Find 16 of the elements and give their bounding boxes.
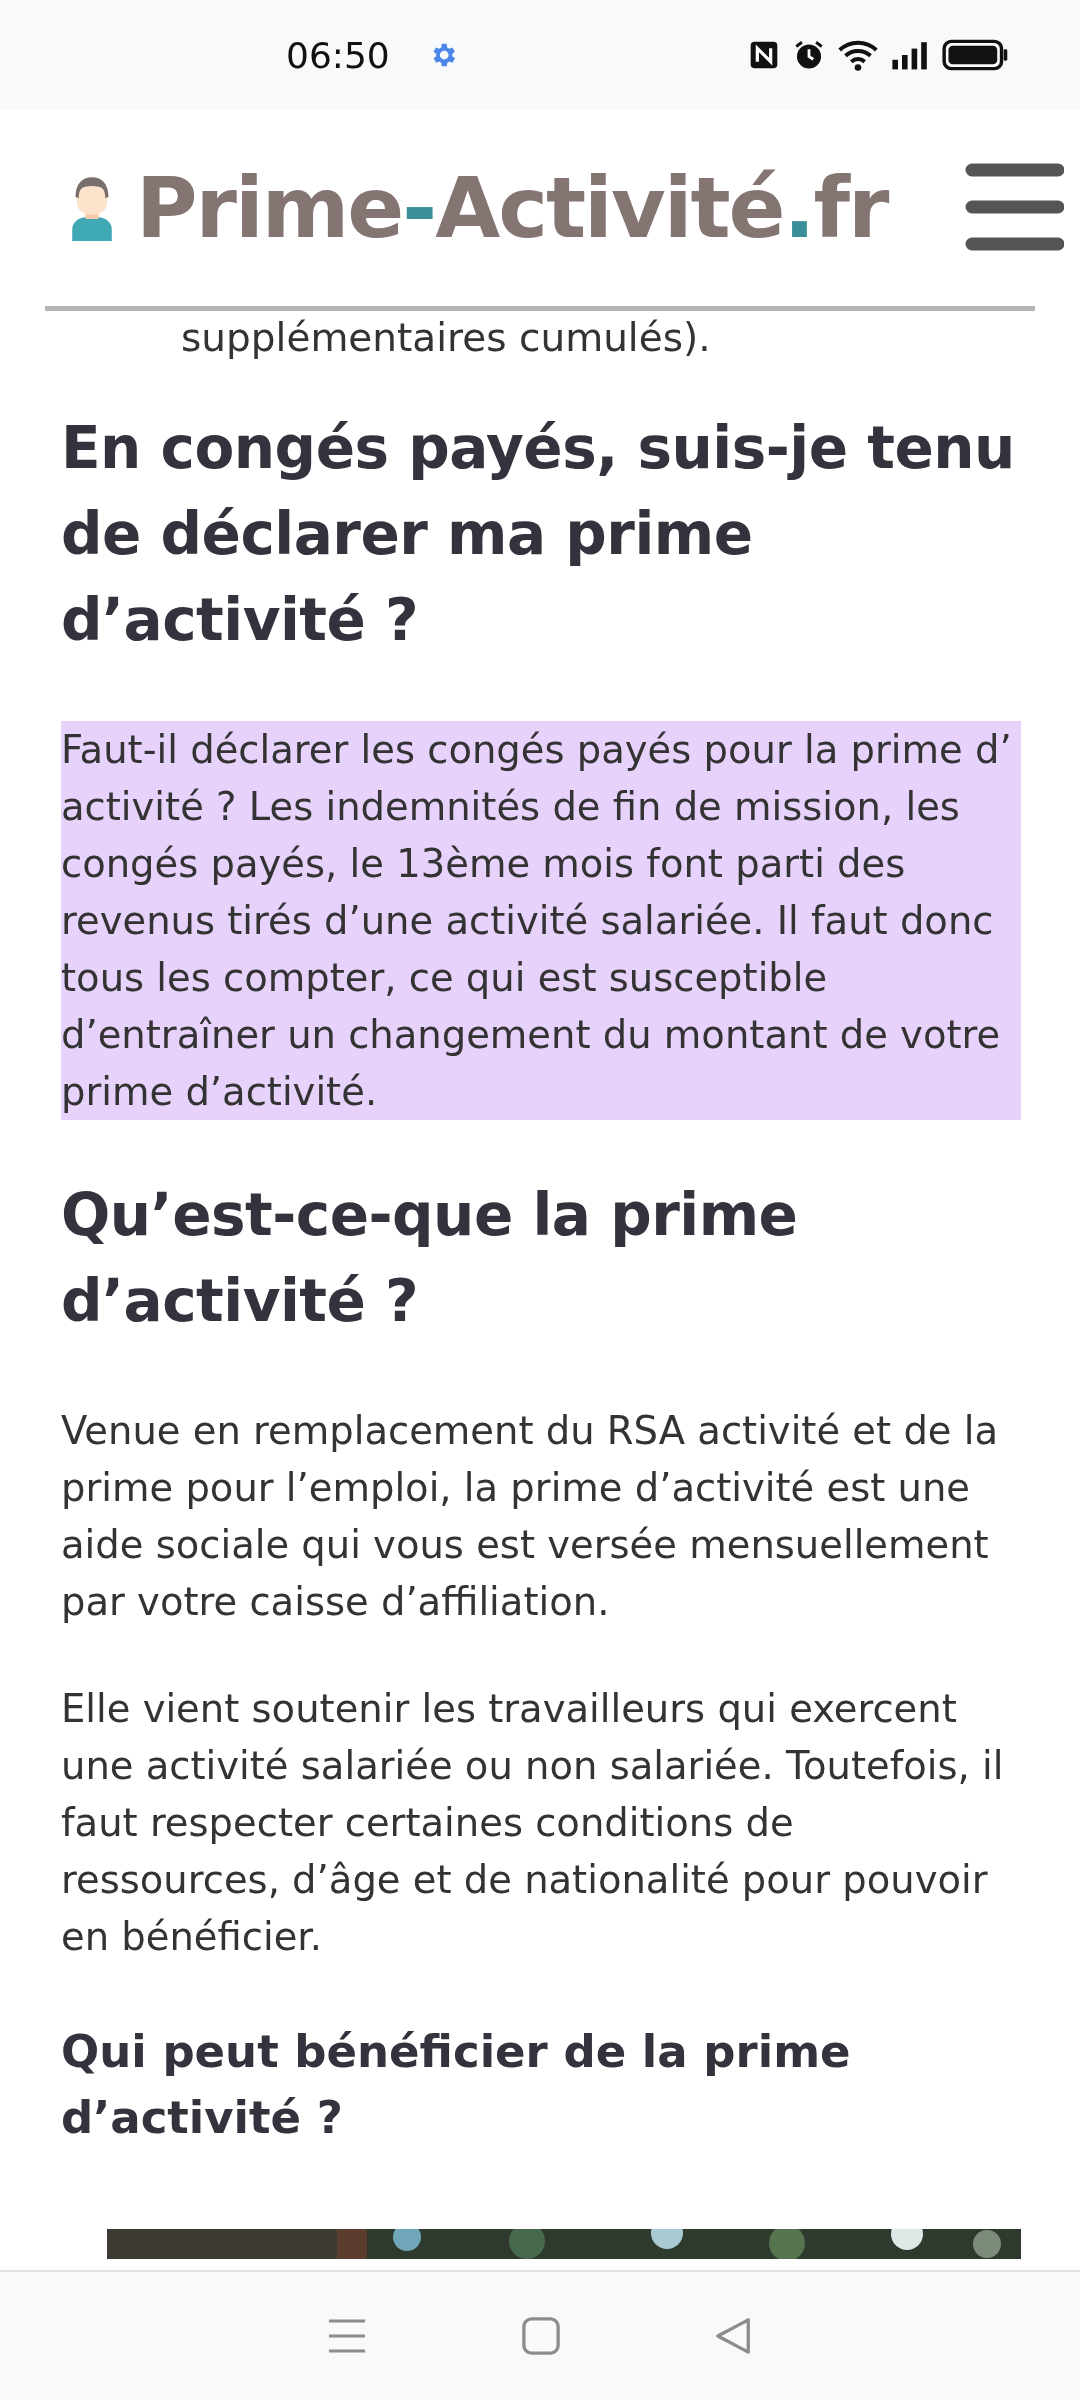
home-icon[interactable] — [522, 2317, 560, 2355]
paragraph: Elle vient soutenir les travailleurs qui exercent une activité salariée ou non salariée. Toutefois, il faut respecter certaines conditions de ressources, d’âge et de nationalité pour pouvoir en bénéficier. — [61, 1685, 1005, 1961]
menu-icon[interactable] — [964, 162, 1064, 252]
subsection-heading: Qui peut bénéficier de la prime d’activité ? — [61, 2024, 852, 2146]
clock-time: 06:50 — [286, 34, 390, 76]
battery-icon — [942, 39, 1008, 71]
nfc-icon — [748, 39, 780, 71]
paragraph-fragment: supplémentaires cumulés). — [181, 314, 712, 362]
highlighted-paragraph: Faut-il déclarer les congés payés pour la prime d’ activité ? Les indemnités de fin de mission, les congés payés, le 13ème mois font parti des revenus tirés d’une activité salariée. Il faut donc tous les compter, ce qui est susceptible d’entraîner un changement du montant de votre prime d’activité. — [61, 721, 1021, 1120]
section-heading: Qu’est-ce-que la prime d’activité ? — [61, 1180, 799, 1337]
back-icon[interactable] — [714, 2317, 753, 2355]
signal-icon — [890, 39, 930, 71]
paragraph: Venue en remplacement du RSA activité et de la prime pour l’emploi, la prime d’activité est une aide sociale qui vous est versée mensuellement par votre caisse d’affiliation. — [61, 1407, 1000, 1626]
section-heading: En congés payés, suis-je tenu de déclarer ma prime d’activité ? — [61, 413, 1016, 656]
site-logo[interactable]: Prime-Activité.fr — [136, 159, 888, 257]
wifi-icon — [838, 38, 878, 72]
